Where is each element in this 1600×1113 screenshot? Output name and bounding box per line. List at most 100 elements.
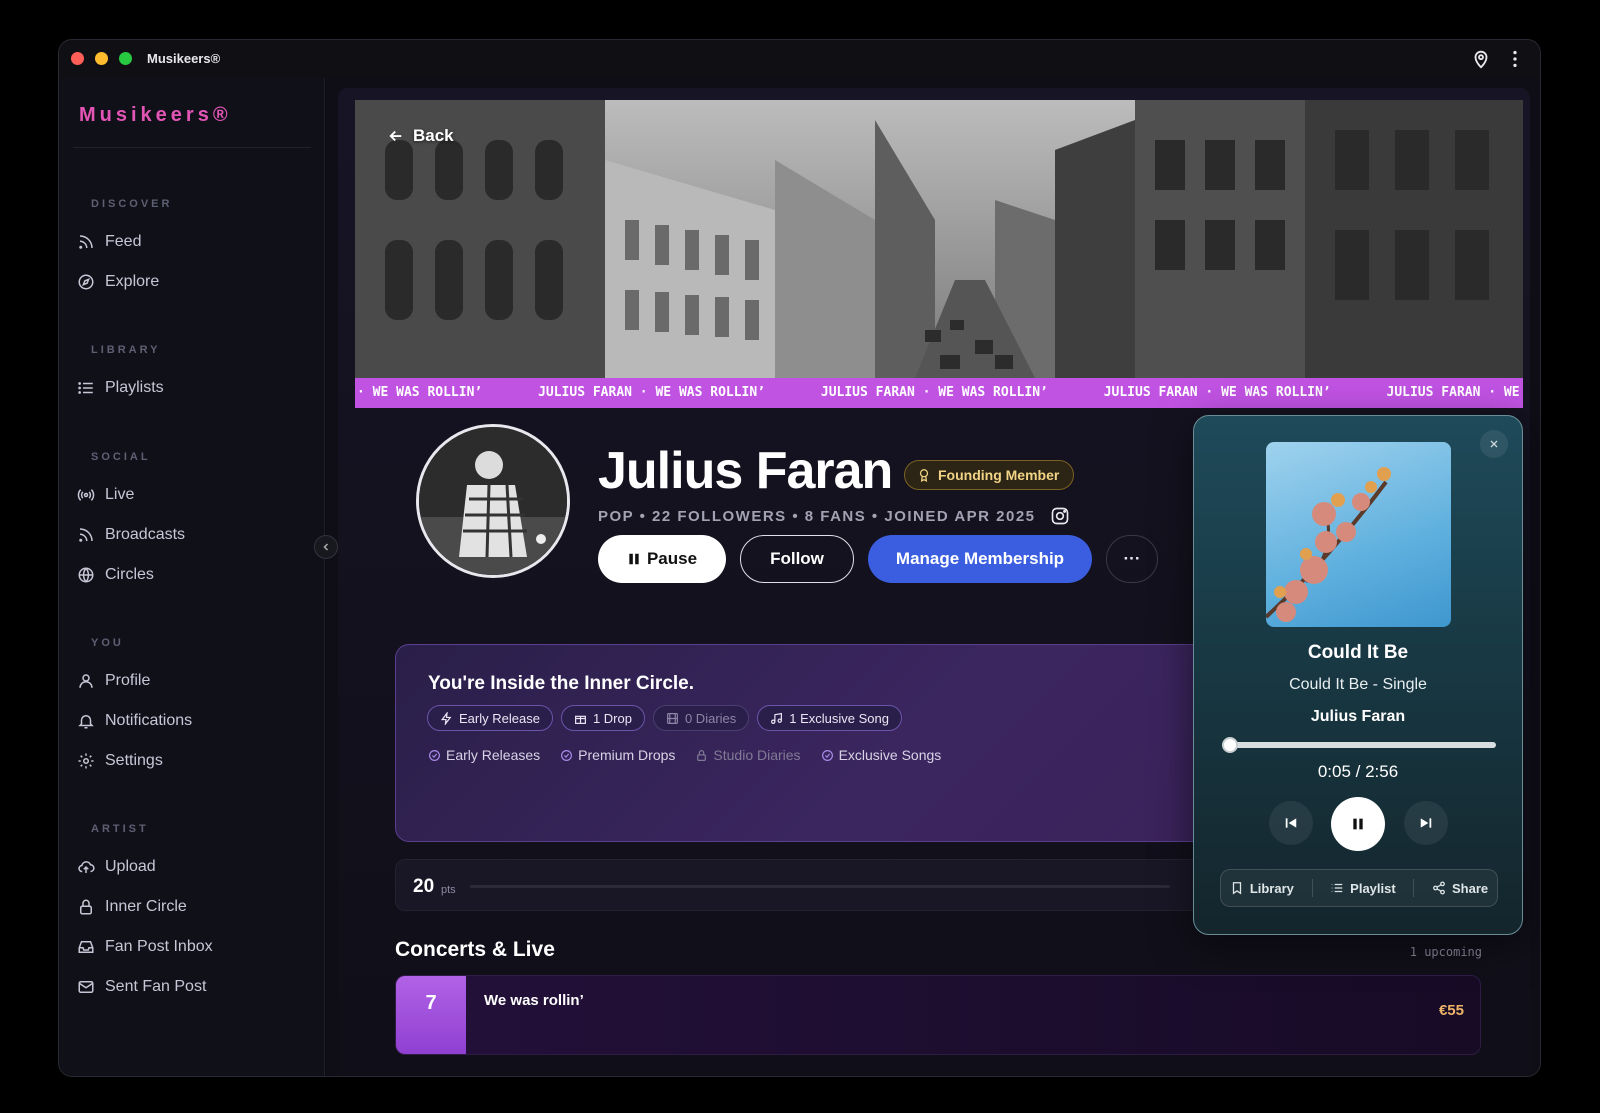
skip-forward-icon [1420,818,1432,828]
list-icon [78,382,93,394]
founding-member-badge: Founding Member [904,460,1075,490]
divider [1413,879,1415,897]
skip-back-icon [1285,818,1297,828]
inner-circle-chips: Early Release 1 Drop 0 Diaries 1 Exclusi… [427,705,902,731]
sidebar-item-label: Live [105,486,135,503]
location-pin-icon[interactable] [1470,48,1492,70]
sidebar-item-label: Broadcasts [105,526,186,543]
concert-item[interactable]: 7 We was rollin’ €55 [395,975,1481,1055]
instagram-icon[interactable] [1050,506,1070,526]
playlist-label: Playlist [1350,880,1396,896]
seek-handle[interactable] [1221,737,1238,753]
sidebar-item-circles[interactable]: Circles [77,559,307,591]
library-button[interactable]: Library [1230,881,1294,896]
chip-drop[interactable]: 1 Drop [560,705,645,731]
collapse-sidebar-button[interactable] [314,535,338,559]
points-unit: pts [441,884,456,896]
ticker-text: JULIUS FARAN · WE WAS ROLLIN’ [538,385,766,400]
bookmark-icon [1232,882,1241,895]
concert-date: 7 [396,976,466,1054]
music-note-icon [771,712,783,724]
sidebar-item-sent-fan-post[interactable]: Sent Fan Post [77,971,307,1003]
sidebar-item-settings[interactable]: Settings [77,745,307,777]
sidebar-item-notifications[interactable]: Notifications [77,705,307,737]
sidebar-item-label: Upload [105,858,156,875]
play-pause-button[interactable] [1331,797,1385,851]
close-player-button[interactable] [1480,430,1508,458]
sidebar-item-label: Playlists [105,379,164,396]
sidebar-item-label: Inner Circle [105,898,187,915]
sidebar-item-label: Feed [105,233,142,250]
track-time: 0:05 / 2:56 [1317,762,1399,781]
close-icon [1490,440,1498,448]
chip-label: 1 Drop [592,710,632,726]
bolt-icon [440,711,452,725]
now-playing-panel: Could It Be Could It Be - Single Julius … [1193,415,1523,935]
back-button[interactable]: Back [387,126,454,146]
rss-icon [79,528,93,542]
compass-icon [78,274,94,290]
concert-name: We was rollin’ [484,992,584,1009]
seek-bar[interactable] [1221,737,1496,753]
pause-icon [1353,818,1363,830]
inner-circle-perks: Early Releases Premium Drops Studio Diar… [428,747,941,763]
section-label-social: SOCIAL [91,451,151,463]
sidebar-item-playlists[interactable]: Playlists [77,372,307,404]
sidebar: Musikeers® DISCOVER Feed Explore LIBRARY… [59,78,325,1076]
sidebar-item-broadcasts[interactable]: Broadcasts [77,519,307,551]
chip-diaries[interactable]: 0 Diaries [652,705,750,731]
close-window-button[interactable] [71,52,84,65]
player-actions: Library Playlist Share [1220,869,1498,907]
share-button[interactable]: Share [1432,881,1488,896]
ticker-text: JULIUS FARAN · WE WAS ROLLIN’ [820,385,1048,400]
inbox-icon [78,941,94,953]
more-options-button[interactable]: ··· [1106,535,1158,583]
inner-circle-title: You're Inside the Inner Circle. [428,673,695,694]
upcoming-count: 1 upcoming [1409,945,1482,959]
ticker-banner: · WE WAS ROLLIN’ JULIUS FARAN · WE WAS R… [355,378,1523,408]
perk-label: Premium Drops [578,747,676,763]
sidebar-item-inner-circle[interactable]: Inner Circle [77,891,307,923]
ticker-text: JULIUS FARAN · WE WAS ROLLIN’ [1103,385,1331,400]
playlist-button[interactable]: Playlist [1330,881,1396,896]
app-logo[interactable]: Musikeers® [79,104,232,127]
lock-icon [697,749,707,761]
sidebar-item-label: Settings [105,752,163,769]
chevron-left-icon [323,543,329,551]
concerts-title: Concerts & Live [395,938,555,961]
chip-label: 0 Diaries [684,710,737,726]
sidebar-item-feed[interactable]: Feed [77,226,307,258]
concert-price: €55 [1438,1002,1464,1019]
follow-button[interactable]: Follow [740,535,854,583]
artist-photo [419,427,567,575]
previous-track-button[interactable] [1269,801,1313,845]
manage-membership-button[interactable]: Manage Membership [868,535,1092,583]
perk-label: Early Releases [446,747,541,763]
track-artist: Julius Faran [1310,708,1406,725]
rss-icon [79,235,93,249]
more-vertical-icon[interactable] [1504,48,1526,70]
globe-icon [78,567,94,583]
chip-exclusive-song[interactable]: 1 Exclusive Song [757,705,902,731]
sidebar-item-upload[interactable]: Upload [77,851,307,883]
sidebar-item-label: Sent Fan Post [105,978,207,995]
check-circle-icon [561,749,573,761]
sidebar-item-explore[interactable]: Explore [77,266,307,298]
founding-member-label: Founding Member [938,467,1060,483]
check-circle-icon [821,749,833,761]
pause-button[interactable]: Pause [598,535,726,583]
lock-icon [80,899,92,915]
pause-icon [629,553,639,565]
chip-early-release[interactable]: Early Release [427,705,553,731]
maximize-window-button[interactable] [119,52,132,65]
sidebar-item-fan-post-inbox[interactable]: Fan Post Inbox [77,931,307,963]
minimize-window-button[interactable] [95,52,108,65]
divider [73,147,311,148]
next-track-button[interactable] [1404,801,1448,845]
sidebar-item-profile[interactable]: Profile [77,665,307,697]
arrow-left-icon [389,130,402,142]
artist-avatar [416,424,570,578]
sidebar-item-live[interactable]: Live [77,479,307,511]
divider [1311,879,1313,897]
chip-label: Early Release [459,710,540,726]
